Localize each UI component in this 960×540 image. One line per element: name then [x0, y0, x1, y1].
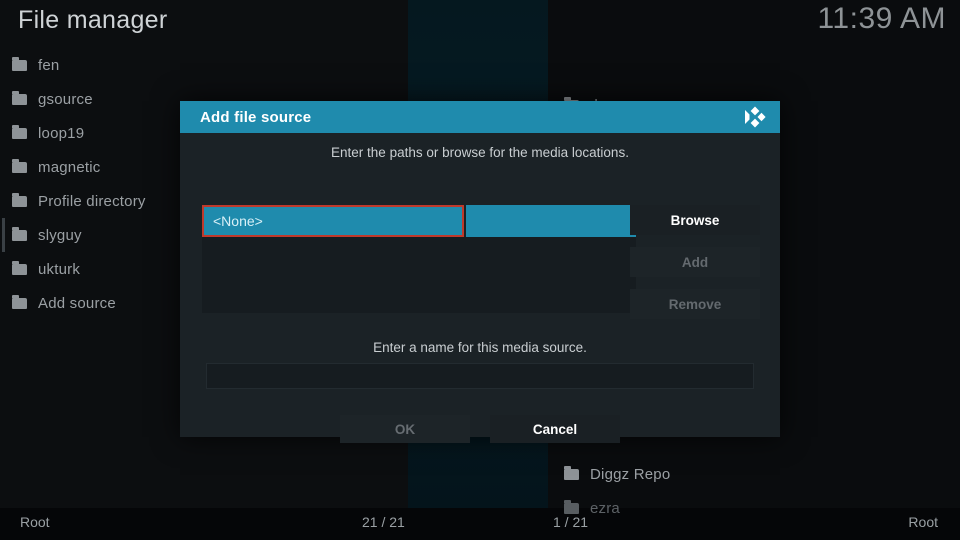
source-name-input[interactable] — [206, 363, 754, 389]
folder-icon — [564, 465, 579, 480]
list-item-label: Profile directory — [38, 192, 146, 210]
left-list-scrollbar[interactable] — [2, 218, 5, 252]
list-item-label: fen — [38, 56, 60, 74]
remove-button[interactable]: Remove — [630, 289, 760, 319]
statusbar: Root 21 / 21 1 / 21 Root — [0, 508, 960, 540]
kodi-logo-icon — [742, 106, 768, 128]
dialog-header: Add file source — [180, 101, 780, 133]
name-instruction-label: Enter a name for this media source. — [373, 340, 587, 355]
statusbar-left-count: 21 / 21 — [362, 514, 405, 530]
statusbar-right-path: Root — [908, 514, 938, 530]
ok-button[interactable]: OK — [340, 415, 470, 443]
browse-button[interactable]: Browse — [630, 205, 760, 235]
path-input-extension[interactable] — [466, 205, 636, 237]
add-button[interactable]: Add — [630, 247, 760, 277]
folder-icon — [12, 90, 27, 105]
list-item[interactable]: Diggz Repo — [548, 457, 960, 491]
folder-icon — [12, 56, 27, 71]
list-item-label: magnetic — [38, 158, 101, 176]
folder-icon — [12, 158, 27, 173]
dialog-body: Enter the paths or browse for the media … — [180, 133, 780, 443]
list-item-label: slyguy — [38, 226, 82, 244]
paths-instruction-label: Enter the paths or browse for the media … — [331, 145, 629, 160]
folder-icon — [12, 294, 27, 309]
folder-icon — [12, 226, 27, 241]
path-list-area[interactable] — [202, 237, 636, 313]
dialog-title: Add file source — [200, 108, 312, 126]
cancel-button[interactable]: Cancel — [490, 415, 620, 443]
list-item-label: Diggz Repo — [590, 465, 671, 483]
add-file-source-dialog: Add file source Enter the paths or brows… — [180, 101, 780, 443]
path-row: <None> — [202, 205, 636, 237]
list-item[interactable]: fen — [0, 48, 408, 82]
list-item-label: gsource — [38, 90, 93, 108]
list-item-label: ukturk — [38, 260, 81, 278]
folder-icon — [12, 260, 27, 275]
path-action-buttons: Browse Add Remove — [630, 205, 760, 331]
path-input[interactable]: <None> — [202, 205, 464, 237]
statusbar-right-count: 1 / 21 — [553, 514, 589, 530]
kodi-file-manager-screen: File manager 11:39 AM fen gsource loop19… — [0, 0, 960, 540]
path-input-value: <None> — [213, 213, 263, 229]
list-item-label: Add source — [38, 294, 116, 312]
page-title: File manager — [18, 6, 168, 34]
clock: 11:39 AM — [817, 2, 946, 35]
list-item-label: loop19 — [38, 124, 85, 142]
folder-icon — [12, 192, 27, 207]
folder-icon — [12, 124, 27, 139]
statusbar-left-path: Root — [20, 514, 50, 530]
